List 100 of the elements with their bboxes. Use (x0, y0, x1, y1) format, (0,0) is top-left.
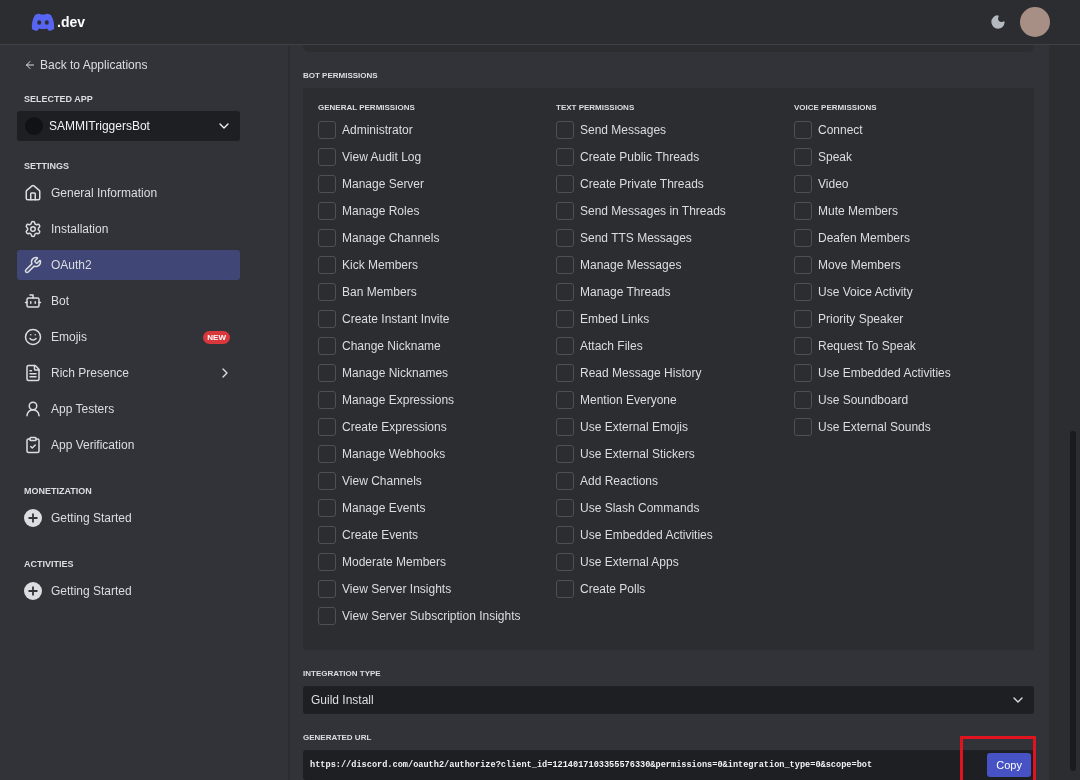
checkbox[interactable] (794, 337, 812, 356)
checkbox[interactable] (318, 445, 336, 464)
checkbox[interactable] (794, 229, 812, 248)
checkbox[interactable] (556, 310, 574, 329)
checkbox[interactable] (318, 283, 336, 302)
checkbox[interactable] (556, 526, 574, 545)
checkbox[interactable] (318, 526, 336, 545)
checkbox[interactable] (318, 553, 336, 572)
checkbox[interactable] (318, 607, 336, 626)
checkbox[interactable] (318, 472, 336, 491)
permission-label: Use External Sounds (818, 420, 931, 435)
permission-label: Use External Apps (580, 555, 679, 570)
checkbox[interactable] (318, 121, 336, 140)
checkbox[interactable] (556, 418, 574, 437)
permission-label: Kick Members (342, 258, 418, 273)
nav-item[interactable]: Installation (17, 214, 240, 244)
checkbox[interactable] (556, 445, 574, 464)
checkbox[interactable] (318, 229, 336, 248)
permission-label: View Audit Log (342, 150, 422, 165)
checkbox[interactable] (318, 580, 336, 599)
clipboard-check-icon (24, 436, 42, 454)
url-field[interactable]: https://discord.com/oauth2/authorize?client_id=1214017103355576330&permissions=0&integration_type=0&scope=bot Copy (303, 750, 1034, 780)
smiley-icon (24, 328, 42, 346)
nav-item[interactable]: Emojis NEW (17, 322, 240, 352)
checkbox[interactable] (556, 283, 574, 302)
integration-select[interactable]: Guild Install (303, 685, 1034, 714)
nav-label: Emojis (51, 330, 88, 344)
checkbox[interactable] (556, 553, 574, 572)
checkbox[interactable] (794, 121, 812, 140)
nav-item[interactable]: App Verification (17, 430, 240, 460)
nav-item[interactable]: Rich Presence (17, 358, 240, 388)
checkbox[interactable] (556, 121, 574, 140)
checkbox[interactable] (556, 499, 574, 518)
checkbox[interactable] (794, 418, 812, 437)
app-select[interactable]: SAMMITriggersBot (17, 111, 240, 141)
checkbox[interactable] (794, 175, 812, 194)
plus-circle-icon (24, 509, 42, 527)
section-title: BOT PERMISSIONS (303, 70, 379, 80)
permission-label: Manage Roles (342, 204, 420, 219)
moon-icon[interactable] (990, 14, 1006, 30)
nav-label: OAuth2 (51, 258, 93, 272)
permission-label: Attach Files (580, 339, 643, 354)
checkbox[interactable] (556, 364, 574, 383)
checkbox[interactable] (318, 256, 336, 275)
checkbox[interactable] (318, 418, 336, 437)
checkbox[interactable] (318, 364, 336, 383)
group-title: GENERAL PERMISSIONS (318, 102, 416, 112)
permission-label: Administrator (342, 123, 413, 138)
checkbox[interactable] (556, 472, 574, 491)
checkbox[interactable] (318, 175, 336, 194)
logo-text: .dev (57, 14, 85, 30)
checkbox[interactable] (556, 229, 574, 248)
group-title: VOICE PERMISSIONS (794, 102, 878, 112)
nav-item[interactable]: Getting Started (17, 576, 240, 606)
checkbox[interactable] (318, 499, 336, 518)
person-icon (24, 400, 42, 418)
permission-label: Use External Stickers (580, 447, 695, 462)
checkbox[interactable] (556, 256, 574, 275)
nav-label: Getting Started (51, 584, 133, 598)
nav-item[interactable]: General Information (17, 178, 240, 208)
checkbox[interactable] (318, 337, 336, 356)
document-icon (24, 364, 42, 382)
nav-label: App Verification (51, 438, 136, 452)
permission-label: Mention Everyone (580, 393, 677, 408)
nav-item[interactable]: App Testers (17, 394, 240, 424)
nav-item[interactable]: OAuth2 (17, 250, 240, 280)
nav-item[interactable]: Bot (17, 286, 240, 316)
permission-label: Manage Server (342, 177, 425, 192)
checkbox[interactable] (556, 337, 574, 356)
permission-label: View Channels (342, 474, 422, 489)
logo-icon (31, 13, 55, 31)
checkbox[interactable] (318, 310, 336, 329)
checkbox[interactable] (794, 391, 812, 410)
checkbox[interactable] (794, 256, 812, 275)
nav-label: Installation (51, 222, 110, 236)
home-icon (24, 184, 42, 202)
url-text: https://discord.com/oauth2/authorize?client_id=1214017103355576330&permissions=0&integration_type=0&scope=bot (310, 760, 873, 770)
checkbox[interactable] (794, 148, 812, 167)
back-link[interactable]: Back to Applications (17, 56, 240, 74)
checkbox[interactable] (318, 202, 336, 221)
checkbox[interactable] (556, 148, 574, 167)
checkbox[interactable] (556, 175, 574, 194)
nav-label: Bot (51, 294, 70, 308)
permission-label: Connect (818, 123, 863, 138)
checkbox[interactable] (556, 391, 574, 410)
copy-button[interactable]: Copy (987, 753, 1031, 777)
checkbox[interactable] (556, 580, 574, 599)
checkbox[interactable] (794, 310, 812, 329)
nav-label: App Testers (51, 402, 116, 416)
nav-item[interactable]: Getting Started (17, 503, 240, 533)
avatar[interactable] (1020, 7, 1050, 37)
permission-label: Use Voice Activity (818, 285, 913, 300)
checkbox[interactable] (794, 283, 812, 302)
permission-label: Create Expressions (342, 420, 447, 435)
checkbox[interactable] (318, 148, 336, 167)
checkbox[interactable] (794, 202, 812, 221)
checkbox[interactable] (318, 391, 336, 410)
checkbox[interactable] (556, 202, 574, 221)
checkbox[interactable] (794, 364, 812, 383)
permission-label: View Server Subscription Insights (342, 609, 521, 624)
